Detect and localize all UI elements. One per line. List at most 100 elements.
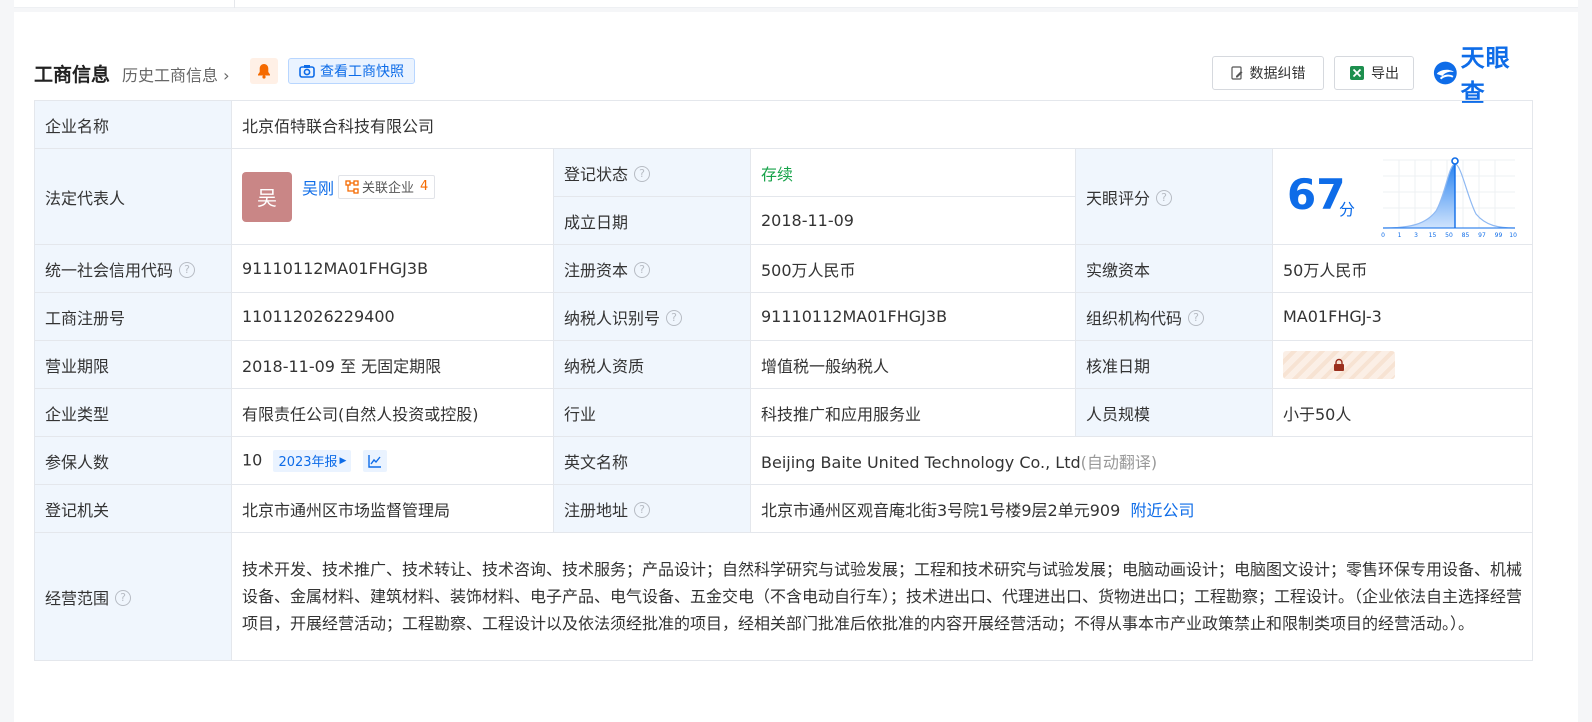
reg-no: 110112026229400 [231, 292, 554, 341]
history-link[interactable]: 历史工商信息 › [122, 62, 230, 86]
tick-label: 0 [1381, 232, 1385, 239]
insured-count: 10 [242, 450, 263, 469]
legal-rep-wrap: 吴 吴刚 关联企业 4 [242, 171, 543, 222]
business-info-card: 工商信息 历史工商信息 › 查看工商快照 数据纠错 导出 天眼查 企业名称 北京… [14, 12, 1578, 722]
english-name-cell: Beijing Baite United Technology Co., Ltd… [749, 436, 1534, 485]
snapshot-button-label: 查看工商快照 [320, 64, 404, 80]
bell-button[interactable] [250, 58, 278, 84]
authority: 北京市通州区市场监督管理局 [231, 484, 554, 533]
org-code: MA01FHGJ-3 [1271, 292, 1534, 341]
trend-chart-button[interactable] [362, 449, 387, 472]
help-icon[interactable]: ? [634, 166, 651, 182]
english-name: Beijing Baite United Technology Co., Ltd [761, 452, 1081, 472]
paid-capital: 50万人民币 [1271, 244, 1534, 293]
term: 2018-11-09 至 无固定期限 [231, 340, 554, 389]
tick-label: 97 [1478, 232, 1486, 239]
address-cell: 北京市通州区观音庵北街3号院1号楼9层2单元909 附近公司 [749, 484, 1534, 533]
relation-icon [345, 179, 359, 194]
tianyancha-logo: 天眼查 [1432, 44, 1532, 107]
score-wrap: 67 分 0 1 3 15 50 85 97 99 10 [1273, 150, 1532, 244]
chevron-right-icon: › [218, 66, 230, 85]
table-row: 企业类型 有限责任公司(自然人投资或控股) 行业 科技推广和应用服务业 人员规模… [34, 388, 1534, 437]
logo-text: 天眼查 [1460, 44, 1511, 107]
eye-logo-icon [1433, 61, 1457, 85]
table-row: 企业名称 北京佰特联合科技有限公司 [34, 100, 1534, 149]
tick-label: 99 [1495, 232, 1503, 239]
annual-report-tag[interactable]: 2023年报 ▶ [273, 449, 352, 472]
found-date-label: 成立日期 [553, 196, 751, 245]
insured-label: 参保人数 [34, 436, 232, 485]
tick-label: 100 [1509, 232, 1517, 239]
industry-label: 行业 [553, 388, 751, 437]
score-value: 67 [1287, 169, 1346, 219]
snapshot-button[interactable]: 查看工商快照 [288, 58, 415, 84]
score-marker-dot [1451, 156, 1459, 165]
bell-icon [258, 64, 270, 79]
industry: 科技推广和应用服务业 [750, 388, 1076, 437]
related-companies-badge[interactable]: 关联企业 4 [338, 174, 436, 199]
table-row: 参保人数 10 2023年报 ▶ 英文名称 Beijing Baite Unite… [34, 436, 1534, 485]
found-date: 2018-11-09 [750, 196, 1076, 245]
help-icon[interactable]: ? [115, 590, 132, 606]
bell-curve-fill [1383, 163, 1455, 228]
score-label-cell: 天眼评分? [1075, 148, 1273, 245]
reg-status-label-cell: 登记状态? [553, 148, 751, 197]
table-row: 经营范围? 技术开发、技术推广、技术转让、技术咨询、技术服务；产品设计；自然科学… [34, 532, 1534, 661]
reg-capital-label-cell: 注册资本? [553, 244, 751, 293]
avatar[interactable]: 吴 [242, 171, 292, 222]
address: 北京市通州区观音庵北街3号院1号楼9层2单元909 [761, 500, 1121, 520]
credit-code: 91110112MA01FHGJ3B [231, 244, 554, 293]
camera-icon [299, 65, 315, 78]
company-name-label: 企业名称 [34, 100, 232, 149]
tick-labels: 0 1 3 15 50 85 97 99 100 [1381, 232, 1517, 239]
english-label: 英文名称 [553, 436, 751, 485]
tick-label: 1 [1398, 232, 1402, 239]
reg-no-label: 工商注册号 [34, 292, 232, 341]
related-count: 4 [420, 179, 429, 194]
help-icon[interactable]: ? [1156, 190, 1173, 206]
tax-qual: 增值税一般纳税人 [750, 340, 1076, 389]
taxpayer-id-label: 纳税人识别号 [564, 308, 661, 328]
help-icon[interactable]: ? [1188, 310, 1205, 326]
reg-status-cell: 存续 [750, 148, 1076, 197]
insured-cell: 10 2023年报 ▶ [231, 436, 554, 485]
address-label: 注册地址 [564, 500, 629, 520]
edit-doc-icon [1230, 66, 1242, 80]
legal-rep-label: 法定代表人 [34, 148, 232, 245]
tab-divider [234, 0, 235, 8]
locked-value-button[interactable] [1283, 350, 1395, 379]
business-scope: 技术开发、技术推广、技术转让、技术咨询、技术服务；产品设计；自然科学研究与试验发… [230, 532, 1534, 661]
top-tab-strip [14, 0, 1578, 8]
section-header: 工商信息 历史工商信息 › 查看工商快照 数据纠错 导出 天眼查 [34, 44, 1532, 107]
legal-rep-link[interactable]: 吴刚 [302, 175, 334, 199]
lock-icon [1334, 358, 1344, 371]
related-label: 关联企业 [362, 181, 415, 196]
paid-capital-label: 实缴资本 [1075, 244, 1273, 293]
approve-date-label: 核准日期 [1075, 340, 1273, 389]
tick-label: 15 [1429, 232, 1437, 239]
caret-right-icon: ▶ [339, 455, 347, 466]
taxpayer-id-label-cell: 纳税人识别号? [553, 292, 751, 341]
company-name: 北京佰特联合科技有限公司 [230, 100, 1534, 149]
business-info-table: 企业名称 北京佰特联合科技有限公司 法定代表人 吴 吴刚 关联企业 4 登记状态… [34, 100, 1534, 661]
help-icon[interactable]: ? [179, 262, 196, 278]
tick-label: 85 [1462, 232, 1470, 239]
data-correct-button[interactable]: 数据纠错 [1212, 56, 1324, 90]
reg-status-label: 登记状态 [564, 164, 629, 184]
nearby-companies-link[interactable]: 附近公司 [1130, 501, 1194, 520]
table-row: 登记机关 北京市通州区市场监督管理局 注册地址? 北京市通州区观音庵北街3号院1… [34, 484, 1534, 533]
score-label: 天眼评分 [1086, 188, 1151, 208]
type-label: 企业类型 [34, 388, 232, 437]
history-link-label: 历史工商信息 [122, 66, 219, 85]
scope-label: 经营范围 [45, 588, 110, 608]
help-icon[interactable]: ? [634, 262, 651, 278]
approve-date-cell [1271, 340, 1534, 389]
report-tag-label: 2023年报 [278, 455, 338, 470]
export-button[interactable]: 导出 [1334, 56, 1414, 90]
credit-code-label-cell: 统一社会信用代码? [34, 244, 232, 293]
help-icon[interactable]: ? [666, 310, 683, 326]
org-code-label-cell: 组织机构代码? [1075, 292, 1273, 341]
excel-icon [1350, 66, 1364, 80]
table-row: 工商注册号 110112026229400 纳税人识别号? 91110112MA… [34, 292, 1534, 341]
help-icon[interactable]: ? [634, 502, 651, 518]
